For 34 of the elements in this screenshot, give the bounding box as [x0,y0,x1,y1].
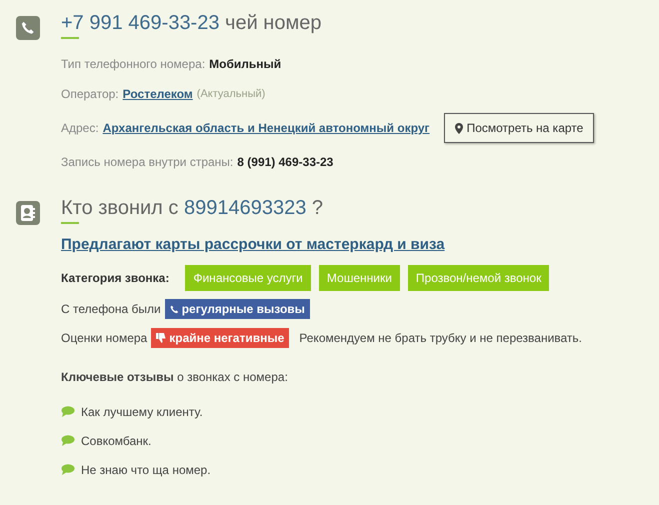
headline-link[interactable]: Предлагают карты рассрочки от мастеркард и виза [61,236,582,253]
speech-bubble-icon [61,435,75,446]
advice-text: Рекомендуем не брать трубку и не перезванивать. [299,331,582,345]
field-value: 8 (991) 469-33-23 [237,155,334,169]
contact-book-icon [20,204,36,222]
title-text: Кто звонил с [61,197,178,219]
field-link[interactable]: Архангельская область и Ненецкий автономный округ [102,121,430,135]
question-mark: ? [312,197,324,219]
field-label: Адрес: [61,121,99,135]
category-label: Категория звонка: [61,271,170,285]
thumbs-down-icon [156,333,166,343]
field-label: Тип телефонного номера: [61,57,206,71]
phone-number-title: +7 991 469-33-23 [61,12,220,34]
title-text: чей номер [225,12,322,34]
phone-icon [170,304,179,314]
reviews-intro: Ключевые отзывы о звонках с номера: [61,370,288,384]
calls-badge: регулярные вызовы [164,299,310,319]
calls-label: С телефона были [61,302,161,316]
speech-bubble-icon [61,406,75,417]
phone-icon [21,21,35,35]
review-text: Как лучшему клиенту. [81,404,203,418]
field-link[interactable]: Ростелеком [122,87,193,101]
view-map-button[interactable]: Посмотреть на карте [444,113,594,143]
field-value: Мобильный [209,57,282,71]
review-text: Совкомбанк. [81,434,152,448]
rating-label: Оценки номера [61,331,148,345]
review-text: Не знаю что ща номер. [81,462,211,476]
field-label: Оператор: [61,87,119,101]
field-label: Запись номера внутри страны: [61,155,234,169]
speech-bubble-icon [61,464,75,475]
map-pin-icon [454,122,463,134]
status-note: (Актуальный) [196,88,266,100]
phone-number-title: 89914693323 [184,197,306,219]
rating-badge: крайне негативные [151,328,290,348]
